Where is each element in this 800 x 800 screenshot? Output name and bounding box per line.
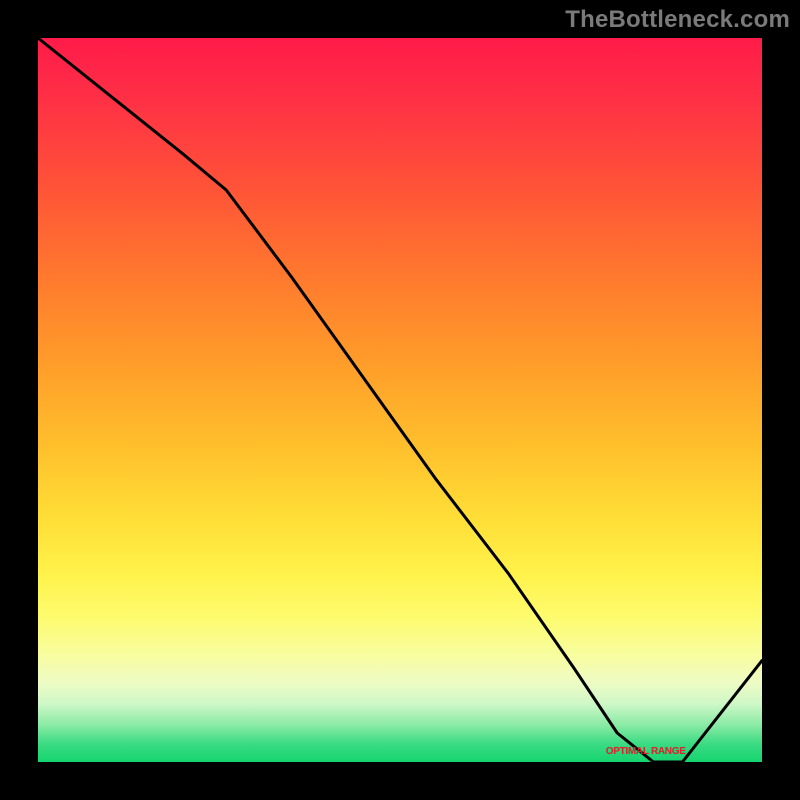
optimal-range-label: OPTIMAL RANGE — [606, 746, 686, 757]
bottleneck-curve — [38, 38, 762, 762]
watermark-text: TheBottleneck.com — [565, 6, 790, 34]
plot-area: OPTIMAL RANGE — [38, 38, 762, 762]
chart-stage: TheBottleneck.com OPTIMAL RANGE — [0, 0, 800, 800]
curve-svg — [38, 38, 762, 762]
